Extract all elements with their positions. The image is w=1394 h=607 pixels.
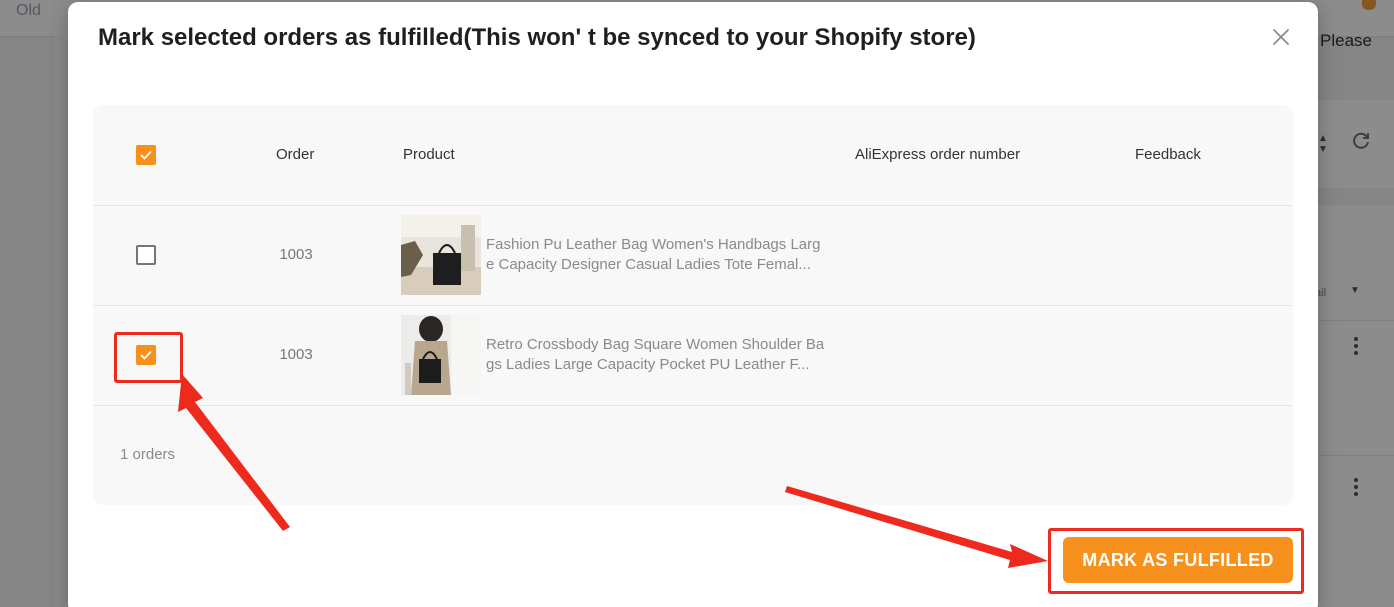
mark-as-fulfilled-button[interactable]: MARK AS FULFILLED	[1063, 537, 1293, 583]
row-checkbox[interactable]	[136, 345, 156, 365]
orders-table: Order Product AliExpress order number Fe…	[93, 105, 1293, 505]
row-checkbox[interactable]	[136, 245, 156, 265]
fulfill-orders-dialog: Mark selected orders as fulfilled(This w…	[68, 2, 1318, 607]
product-title: Fashion Pu Leather Bag Women's Handbags …	[486, 236, 821, 273]
orders-count: 1 orders	[120, 446, 176, 463]
product-title: Retro Crossbody Bag Square Women Shoulde…	[486, 336, 825, 373]
dialog-title: Mark selected orders as fulfilled(This w…	[98, 24, 976, 51]
check-icon	[140, 350, 152, 360]
close-icon[interactable]	[1270, 26, 1292, 48]
column-header-aliexpress-order-number: AliExpress order number	[855, 146, 1021, 163]
product-thumbnail	[401, 215, 481, 295]
order-number: 1003	[279, 246, 313, 263]
column-header-order: Order	[276, 146, 315, 163]
check-icon	[140, 150, 152, 160]
table-row: 1003 Retro Crossbody Bag Square Women Sh…	[93, 305, 1293, 406]
select-all-checkbox[interactable]	[136, 145, 156, 165]
column-header-product: Product	[403, 146, 455, 163]
column-header-feedback: Feedback	[1135, 146, 1201, 163]
table-header-row: Order Product AliExpress order number Fe…	[93, 105, 1293, 206]
table-row: 1003 Fashion Pu Leather Bag Women's Hand…	[93, 205, 1293, 306]
product-thumbnail	[401, 315, 481, 395]
order-number: 1003	[279, 346, 313, 363]
